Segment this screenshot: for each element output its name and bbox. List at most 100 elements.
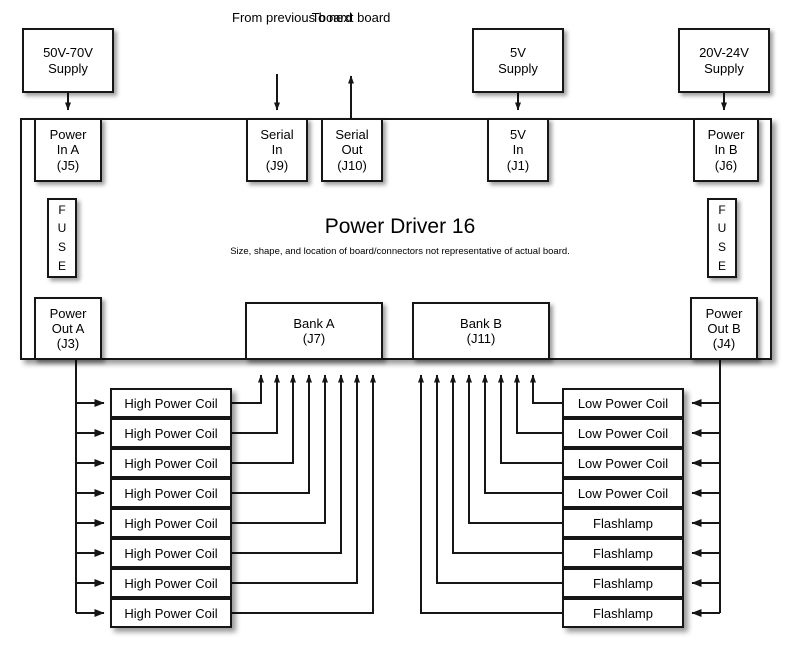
fuse-a-letter-2: U (57, 221, 67, 236)
right-load-label-5: Flashlamp (593, 515, 653, 531)
supply-hv-line1: 50V-70V (43, 45, 93, 61)
supply-hv-line2: Supply (48, 60, 88, 76)
signal-bank-b-7 (434, 374, 562, 584)
power-in-b-line1: Power (707, 127, 745, 142)
list-item[interactable]: Flashlamp (562, 538, 684, 568)
fuse-b-letter-1: F (718, 202, 726, 217)
right-load-label-7: Flashlamp (593, 575, 653, 591)
list-item[interactable]: High Power Coil (110, 598, 232, 628)
board-title: Power Driver 16 (324, 215, 476, 238)
connector-power-out-b[interactable]: Power Out B (J4) (690, 297, 758, 360)
left-load-label-7: High Power Coil (124, 575, 218, 591)
connector-power-in-a[interactable]: Power In A (J5) (34, 118, 102, 182)
list-item[interactable]: Low Power Coil (562, 448, 684, 478)
connector-serial-in[interactable]: Serial In (J9) (246, 118, 308, 182)
to-next-line2: next (328, 10, 354, 25)
list-item[interactable]: High Power Coil (110, 568, 232, 598)
from-previous-line1: From (232, 10, 263, 25)
left-load-label-5: High Power Coil (124, 515, 218, 531)
bank-b-ref: (J11) (466, 331, 496, 346)
supply-box-lv[interactable]: 20V-24V Supply (678, 28, 770, 93)
bank-b-label: Bank B (460, 315, 502, 331)
serial-in-line2: In (271, 142, 283, 158)
fuse-a-letter-1: F (58, 202, 66, 217)
right-load-label-4: Low Power Coil (577, 485, 669, 501)
list-item[interactable]: Low Power Coil (562, 478, 684, 508)
right-load-label-8: Flashlamp (593, 605, 653, 621)
supply-box-5v[interactable]: 5V Supply (472, 28, 564, 93)
list-item[interactable]: High Power Coil (110, 418, 232, 448)
list-item[interactable]: Low Power Coil (562, 388, 684, 418)
left-load-label-1: High Power Coil (124, 395, 218, 411)
supply-lv-line1: 20V-24V (699, 45, 749, 61)
power-driver-board (20, 118, 772, 360)
fuse-b-letter-2: U (717, 221, 727, 236)
connector-power-out-a[interactable]: Power Out A (J3) (34, 297, 102, 360)
five-volt-in-ref: (J1) (506, 157, 530, 173)
to-next-line3: board (357, 10, 391, 25)
connector-bank-a[interactable]: Bank A (J7) (245, 302, 383, 360)
fuse-a-letter-4: E (57, 258, 66, 273)
fuse-a-letter-3: S (57, 240, 66, 254)
fuse-b: F U S E (707, 198, 737, 278)
bank-a-label: Bank A (293, 315, 335, 331)
list-item[interactable]: High Power Coil (110, 448, 232, 478)
list-item[interactable]: High Power Coil (110, 478, 232, 508)
signal-bank-a-1 (232, 374, 264, 404)
power-out-a-ref: (J3) (56, 336, 80, 352)
supply-5v-line2: Supply (498, 60, 538, 76)
signal-bank-b-3 (498, 374, 562, 464)
bank-a-ref: (J7) (302, 331, 326, 346)
fuse-b-letter-4: E (717, 258, 726, 273)
left-load-label-2: High Power Coil (124, 425, 218, 441)
supply-lv-line2: Supply (704, 60, 744, 76)
to-next-line1: To (311, 10, 326, 25)
board-subtitle: Size, shape, and location of board/conne… (230, 246, 570, 257)
serial-out-ref: (J10) (337, 157, 367, 173)
signal-bank-a-5 (232, 374, 328, 524)
connector-5v-in[interactable]: 5V In (J1) (487, 118, 549, 182)
five-volt-in-line2: In (512, 142, 524, 158)
connector-power-in-b[interactable]: Power In B (J6) (693, 118, 759, 182)
power-out-a-line2: Out A (51, 320, 85, 336)
right-load-label-1: Low Power Coil (577, 395, 669, 411)
label-to-next-board: To next board (311, 10, 391, 25)
signal-bank-a-3 (232, 374, 296, 464)
list-item[interactable]: Flashlamp (562, 508, 684, 538)
from-previous-line2: previous (265, 10, 316, 25)
connector-bank-b[interactable]: Bank B (J11) (412, 302, 550, 360)
left-load-label-4: High Power Coil (124, 485, 218, 501)
label-from-previous-board: From previous board (232, 10, 352, 25)
power-out-b-line2: Out B (707, 320, 741, 336)
list-item[interactable]: Flashlamp (562, 598, 684, 628)
list-item[interactable]: High Power Coil (110, 538, 232, 568)
left-load-label-8: High Power Coil (124, 605, 218, 621)
fuse-b-letter-3: S (717, 240, 726, 254)
connector-serial-out[interactable]: Serial Out (J10) (321, 118, 383, 182)
serial-out-line1: Serial (335, 127, 369, 142)
power-in-a-line2: In A (56, 142, 80, 158)
left-load-label-6: High Power Coil (124, 545, 218, 561)
signal-bank-b-5 (466, 374, 562, 524)
power-out-b-line1: Power (705, 305, 743, 321)
power-out-b-ref: (J4) (712, 336, 736, 352)
signal-bank-b-1 (530, 374, 562, 404)
right-load-label-3: Low Power Coil (577, 455, 669, 471)
supply-box-hv[interactable]: 50V-70V Supply (22, 28, 114, 93)
supply-5v-line1: 5V (510, 45, 526, 61)
power-in-a-ref: (J5) (56, 157, 80, 173)
fuse-a: F U S E (47, 198, 77, 278)
five-volt-in-line1: 5V (510, 127, 526, 142)
list-item[interactable]: Low Power Coil (562, 418, 684, 448)
serial-in-ref: (J9) (265, 157, 289, 173)
power-in-b-line2: In B (714, 142, 738, 158)
signal-bank-a-7 (232, 374, 360, 584)
diagram-canvas: Power Driver 16 Size, shape, and locatio… (0, 0, 800, 658)
left-load-label-3: High Power Coil (124, 455, 218, 471)
list-item[interactable]: High Power Coil (110, 508, 232, 538)
list-item[interactable]: Flashlamp (562, 568, 684, 598)
right-load-label-6: Flashlamp (593, 545, 653, 561)
power-in-b-ref: (J6) (714, 157, 738, 173)
power-in-a-line1: Power (49, 127, 87, 142)
list-item[interactable]: High Power Coil (110, 388, 232, 418)
